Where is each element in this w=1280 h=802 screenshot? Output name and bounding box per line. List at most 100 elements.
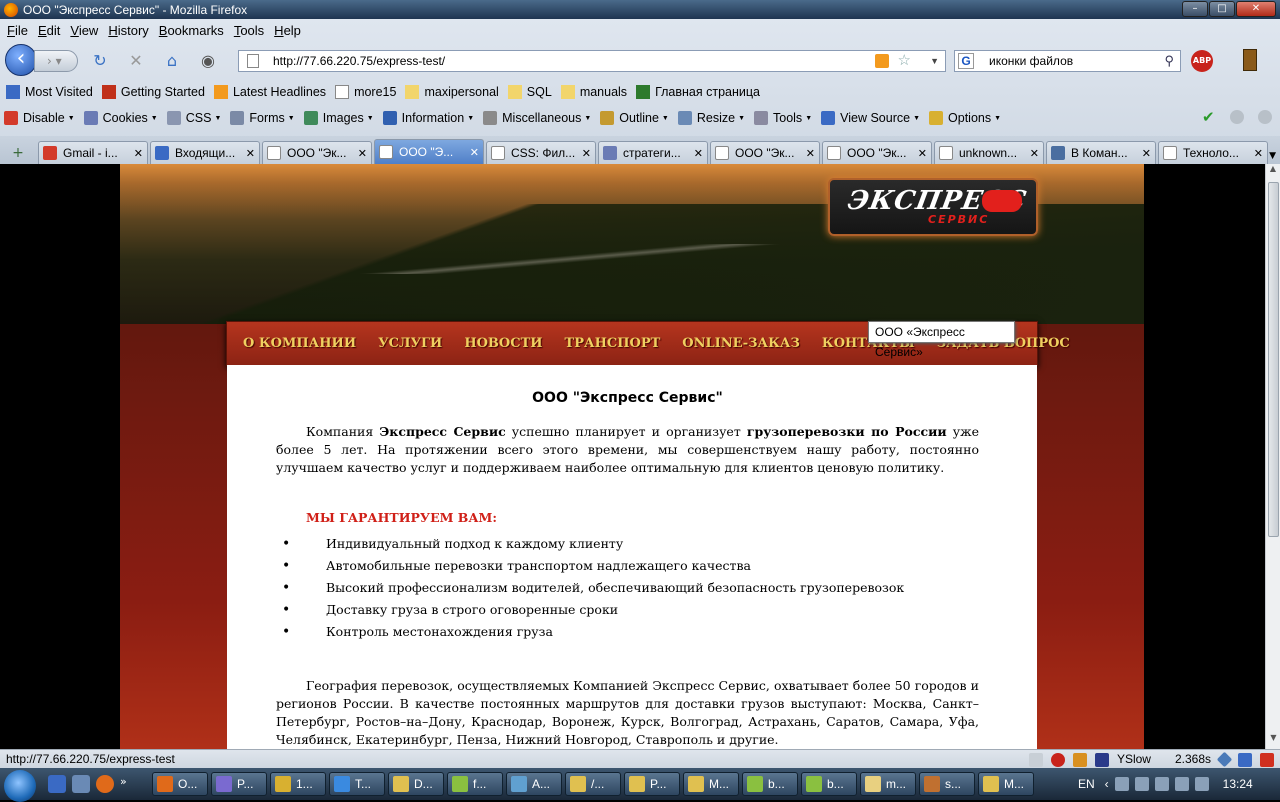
bookmark-item[interactable]: Latest Headlines	[213, 85, 326, 99]
scroll-down-icon[interactable]: ▼	[1266, 733, 1280, 749]
page-status-icon[interactable]	[1028, 752, 1043, 767]
taskbar-button[interactable]: M...	[978, 772, 1034, 796]
vertical-scrollbar[interactable]: ▲ ▼	[1265, 164, 1280, 749]
tab-close-icon[interactable]: ✕	[1030, 147, 1039, 160]
taskbar-button[interactable]: T...	[329, 772, 385, 796]
taskbar-button[interactable]: m...	[860, 772, 916, 796]
adblock-icon[interactable]: ABP	[1191, 50, 1213, 72]
tab-close-icon[interactable]: ✕	[694, 147, 703, 160]
menu-edit[interactable]: Edit	[38, 23, 60, 38]
tab-close-icon[interactable]: ✕	[918, 147, 927, 160]
search-input[interactable]: иконки файлов	[989, 54, 1073, 68]
show-desktop-icon[interactable]	[72, 775, 90, 793]
browser-tab[interactable]: ООО "Эк... ✕	[822, 141, 932, 164]
webdev-menu-resize[interactable]: Resize ▼	[677, 111, 745, 125]
webdev-menu-forms[interactable]: Forms ▼	[230, 111, 295, 125]
addon-status-icon[interactable]	[1260, 752, 1274, 767]
yslow-icon[interactable]	[1094, 752, 1109, 767]
forward-button[interactable]: › ▾	[34, 50, 78, 72]
google-icon[interactable]: G	[958, 53, 974, 69]
taskbar-button[interactable]: b...	[742, 772, 798, 796]
browser-tab[interactable]: стратеги... ✕	[598, 141, 708, 164]
network-icon[interactable]	[1114, 777, 1129, 791]
taskbar-button[interactable]: M...	[683, 772, 739, 796]
site-menu-item[interactable]: ТРАНСПОРТ	[565, 336, 661, 351]
home-icon[interactable]: ⌂	[162, 51, 182, 71]
webdev-menu-disable[interactable]: Disable ▼	[4, 111, 75, 125]
tab-close-icon[interactable]: ✕	[358, 147, 367, 160]
site-menu-item[interactable]: ONLINE-ЗАКАЗ	[682, 336, 800, 351]
maximize-button[interactable]: □	[1209, 1, 1235, 17]
bookmark-item[interactable]: Главная страница	[636, 85, 760, 99]
taskbar-button[interactable]: b...	[801, 772, 857, 796]
browser-tab[interactable]: Gmail - i... ✕	[38, 141, 148, 164]
back-button[interactable]: ‹	[5, 44, 37, 76]
browser-tab[interactable]: CSS: Фил... ✕	[486, 141, 596, 164]
taskbar-button[interactable]: f...	[447, 772, 503, 796]
start-button[interactable]	[0, 768, 42, 802]
tab-close-icon[interactable]: ✕	[1254, 147, 1263, 160]
list-all-tabs-icon[interactable]: ▼	[1269, 151, 1276, 161]
scroll-thumb[interactable]	[1268, 182, 1279, 537]
firebug-icon[interactable]	[1072, 752, 1087, 767]
taskbar-button[interactable]: P...	[624, 772, 680, 796]
adblock-status-icon[interactable]	[1050, 752, 1065, 767]
stop-icon[interactable]: ✕	[126, 51, 146, 71]
taskbar-button[interactable]: P...	[211, 772, 267, 796]
search-bar[interactable]: G иконки файлов ⚲	[954, 50, 1181, 72]
browser-tab[interactable]: Техноло... ✕	[1158, 141, 1268, 164]
menu-file[interactable]: File	[7, 23, 28, 38]
menu-view[interactable]: View	[70, 23, 98, 38]
diamond-icon[interactable]	[1216, 751, 1233, 768]
webdev-menu-tools[interactable]: Tools ▼	[754, 111, 812, 125]
webdev-menu-information[interactable]: Information ▼	[382, 111, 474, 125]
tray-expand-icon[interactable]: ‹	[1105, 777, 1109, 791]
webdev-menu-view-source[interactable]: View Source ▼	[821, 111, 920, 125]
bookmark-item[interactable]: SQL	[507, 85, 552, 99]
browser-tab[interactable]: ООО "Эк... ✕	[710, 141, 820, 164]
browser-tab[interactable]: Входящи... ✕	[150, 141, 260, 164]
firefox-launch-icon[interactable]	[96, 775, 114, 793]
minimize-button[interactable]: –	[1182, 1, 1208, 17]
tab-close-icon[interactable]: ✕	[134, 147, 143, 160]
volume-icon[interactable]	[1194, 777, 1209, 791]
webdev-menu-cookies[interactable]: Cookies ▼	[83, 111, 158, 125]
rss-icon[interactable]	[875, 54, 889, 68]
site-logo[interactable]: ЭКСПРЕСС СЕРВИС	[828, 178, 1038, 236]
browser-tab[interactable]: В Коман... ✕	[1046, 141, 1156, 164]
ie-icon[interactable]	[48, 775, 66, 793]
addon-icon[interactable]: ◉	[198, 51, 218, 71]
webdev-menu-options[interactable]: Options ▼	[929, 111, 1001, 125]
url-bar[interactable]: http://77.66.220.75/express-test/ ☆ ▼	[238, 50, 946, 72]
tray-app-icon-2[interactable]	[1154, 777, 1169, 791]
webdev-menu-images[interactable]: Images ▼	[303, 111, 374, 125]
yslow-label[interactable]: YSlow	[1117, 750, 1151, 769]
tab-close-icon[interactable]: ✕	[582, 147, 591, 160]
search-icon[interactable]: ⚲	[1164, 51, 1174, 71]
taskbar-button[interactable]: D...	[388, 772, 444, 796]
bookmark-item[interactable]: Most Visited	[6, 85, 93, 99]
tab-close-icon[interactable]: ✕	[246, 147, 255, 160]
tray-app-icon-3[interactable]	[1174, 777, 1189, 791]
taskbar-button[interactable]: /...	[565, 772, 621, 796]
taskbar-button[interactable]: O...	[152, 772, 208, 796]
site-menu-item[interactable]: НОВОСТИ	[464, 336, 542, 351]
taskbar-button[interactable]: 1...	[270, 772, 326, 796]
browser-tab[interactable]: ООО "Эк... ✕	[262, 141, 372, 164]
scroll-up-icon[interactable]: ▲	[1266, 164, 1280, 180]
css-status-icon[interactable]	[1230, 110, 1244, 124]
validation-ok-icon[interactable]: ✔	[1202, 110, 1216, 125]
browser-tab[interactable]: unknown... ✕	[934, 141, 1044, 164]
menu-help[interactable]: Help	[274, 23, 301, 38]
tab-close-icon[interactable]: ✕	[1142, 147, 1151, 160]
site-menu-item[interactable]: УСЛУГИ	[378, 336, 442, 351]
taskbar-button[interactable]: A...	[506, 772, 562, 796]
menu-tools[interactable]: Tools	[234, 23, 264, 38]
bookmark-item[interactable]: Getting Started	[101, 85, 205, 99]
menu-bookmarks[interactable]: Bookmarks	[159, 23, 224, 38]
webdev-menu-miscellaneous[interactable]: Miscellaneous ▼	[483, 111, 591, 125]
clock[interactable]: 13:24	[1223, 777, 1253, 791]
s-addon-icon[interactable]	[1238, 752, 1252, 767]
site-menu-item[interactable]: О КОМПАНИИ	[243, 336, 356, 351]
tray-app-icon[interactable]	[1134, 777, 1149, 791]
